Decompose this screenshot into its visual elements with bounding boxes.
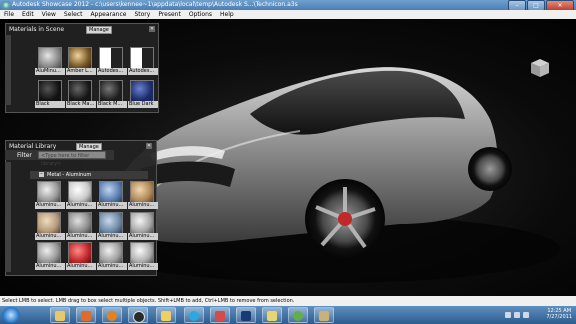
status-bar: Select LMB to select. LMB drag to box se… (0, 296, 576, 306)
taskbar-button[interactable] (102, 307, 122, 323)
app-icon (2, 1, 10, 9)
taskbar-button[interactable] (288, 307, 308, 323)
taskbar-button[interactable] (236, 307, 256, 323)
menu-help[interactable]: Help (220, 10, 234, 19)
manage-button[interactable]: Manage (86, 26, 112, 34)
material-label: Autodes... (128, 68, 158, 75)
material-label: Black Ma... (66, 101, 96, 108)
menu-file[interactable]: File (4, 10, 14, 19)
library-material-label: Aluminu... (128, 263, 158, 270)
panel-close-icon[interactable]: ✕ (149, 26, 155, 32)
menu-options[interactable]: Options (189, 10, 212, 19)
skype-taskbar-icon (189, 311, 199, 321)
library-material-label: Aluminu... (128, 202, 158, 209)
panel-title: Materials in Scene (9, 26, 65, 33)
menu-story[interactable]: Story (134, 10, 150, 19)
library-material-label: Aluminu... (97, 263, 127, 270)
filter-label: Filter (17, 152, 32, 159)
taskbar-button[interactable] (210, 307, 230, 323)
material-label: Blue Dark (128, 101, 158, 108)
media-player-taskbar-icon (81, 311, 91, 321)
material-label: Black (35, 101, 65, 108)
folder-taskbar-icon (161, 311, 171, 321)
taskbar-button[interactable] (314, 307, 334, 323)
panel-scrollbar[interactable] (5, 35, 11, 105)
library-material-label: Aluminu... (35, 233, 65, 240)
tray-flag-icon[interactable] (523, 312, 529, 318)
view-cube-icon[interactable] (529, 57, 551, 79)
window-title: Autodesk Showcase 2012 - c:\users\kennee… (12, 1, 298, 8)
messenger-taskbar-icon (293, 311, 303, 321)
library-material-label: Aluminu... (66, 202, 96, 209)
tray-network-icon[interactable] (505, 312, 511, 318)
menu-bar: File Edit View Select Appearance Story P… (0, 10, 576, 19)
material-label: Autodes... (97, 68, 127, 75)
explorer-taskbar-icon (55, 311, 65, 321)
taskbar-button[interactable] (76, 307, 96, 323)
panel-title: Material Library (9, 143, 57, 150)
menu-present[interactable]: Present (158, 10, 181, 19)
taskbar-button[interactable] (128, 307, 148, 323)
paint-taskbar-icon (215, 311, 225, 321)
material-label: AluMinu... (35, 68, 65, 75)
library-material-label: Aluminu... (35, 202, 65, 209)
library-material-label: Aluminu... (66, 233, 96, 240)
library-material-label: Aluminu... (66, 263, 96, 270)
library-material-label: Aluminu... (128, 233, 158, 240)
firefox-taskbar-icon (107, 311, 117, 321)
clock-date: 7/27/2011 (546, 314, 572, 320)
material-label: Black M... (97, 101, 127, 108)
windows-taskbar: 12:25 AM 7/27/2011 (0, 306, 576, 324)
library-group-name: Metal - Aluminum (47, 172, 92, 178)
tray-volume-icon[interactable] (514, 312, 520, 318)
photoshop-taskbar-icon (241, 311, 251, 321)
window-title-bar: Autodesk Showcase 2012 - c:\users\kennee… (0, 0, 576, 11)
menu-edit[interactable]: Edit (22, 10, 34, 19)
library-material-label: Aluminu... (97, 233, 127, 240)
material-label: Amber L... (66, 68, 96, 75)
library-material-label: Aluminu... (35, 263, 65, 270)
panel-close-icon[interactable]: ✕ (146, 143, 152, 149)
start-button[interactable] (2, 307, 20, 323)
window-controls: – □ ✕ (508, 0, 574, 11)
filter-input[interactable]: <Type here to filter library> (38, 151, 106, 167)
taskbar-clock[interactable]: 12:25 AM 7/27/2011 (546, 308, 572, 320)
taskbar-button[interactable] (156, 307, 176, 323)
taskbar-button[interactable] (184, 307, 204, 323)
taskbar-button[interactable] (262, 307, 282, 323)
library-scrollbar[interactable] (5, 162, 11, 272)
library-material-label: Aluminu... (97, 202, 127, 209)
explorer-window-taskbar-icon (267, 311, 277, 321)
showcase-taskbar-icon (319, 311, 329, 321)
menu-view[interactable]: View (42, 10, 56, 19)
menu-select[interactable]: Select (64, 10, 83, 19)
steam-taskbar-icon (133, 311, 145, 323)
collapse-icon[interactable]: – (39, 172, 44, 177)
taskbar-button[interactable] (50, 307, 70, 323)
menu-appearance[interactable]: Appearance (90, 10, 126, 19)
